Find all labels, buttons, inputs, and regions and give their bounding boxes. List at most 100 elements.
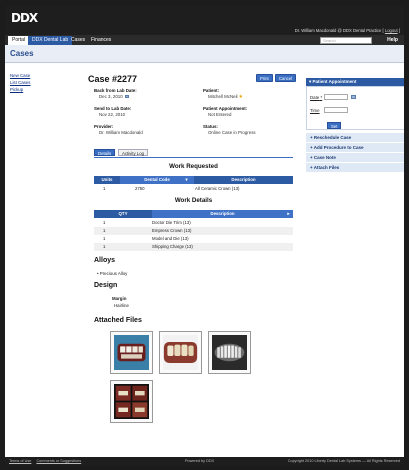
work-details-header: QTY Description ▸ bbox=[94, 210, 293, 218]
logout-link[interactable]: Logout bbox=[385, 28, 398, 33]
cancel-button[interactable]: Cancel bbox=[275, 74, 297, 82]
attachment-thumbnail[interactable] bbox=[208, 331, 251, 374]
set-button[interactable]: Set bbox=[327, 122, 342, 129]
tab-details[interactable]: Details bbox=[94, 149, 116, 156]
col-description[interactable]: Description bbox=[194, 176, 293, 184]
attachment-thumbnail[interactable] bbox=[110, 380, 153, 423]
sort-down-icon[interactable]: ▾ bbox=[184, 176, 189, 184]
sidebar-item-new-case[interactable]: New Case bbox=[10, 73, 31, 78]
description-cell: Shipping Charge (13) bbox=[152, 244, 193, 249]
work-requested-header: Units Dental Code ▾ Description bbox=[94, 176, 293, 184]
help-link[interactable]: Help bbox=[387, 36, 398, 45]
alloy-item: • Precious Alloy bbox=[97, 271, 127, 276]
calendar-icon[interactable] bbox=[124, 95, 129, 99]
patient-appointment-header[interactable]: ▾ Patient Appointment bbox=[306, 78, 404, 86]
add-procedure-label: Add Procedure to Case bbox=[313, 145, 364, 150]
tab-underline bbox=[94, 157, 293, 158]
reschedule-case-item[interactable]: + Reschedule Case bbox=[306, 133, 404, 143]
send-date-value: Nov 22, 2010 bbox=[99, 112, 126, 117]
attachment-thumbnail[interactable] bbox=[159, 331, 202, 374]
back-date-field: Back from Lab Date: Dec 3, 2010 bbox=[94, 88, 137, 99]
margin-label: Margin bbox=[112, 296, 127, 301]
code-cell: 2750 bbox=[135, 186, 145, 191]
right-panel: ▾ Patient Appointment Date * Time Set + … bbox=[306, 78, 404, 173]
user-name: Dr. William Macdonald @ DDX Dental Pract… bbox=[294, 28, 382, 33]
page-title: Cases bbox=[10, 49, 34, 58]
table-row: 1 Empress Crown (13) bbox=[94, 227, 293, 235]
page-header: Cases bbox=[5, 45, 404, 63]
app-window: DDX Dr. William Macdonald @ DDX Dental P… bbox=[5, 6, 404, 465]
back-date-label: Back from Lab Date: bbox=[94, 88, 137, 93]
terms-link[interactable]: Terms of Use bbox=[9, 459, 31, 463]
attach-files-label: Attach Files bbox=[313, 165, 340, 170]
tab-portal[interactable]: Portal bbox=[8, 36, 30, 45]
description-cell: Empress Crown (13) bbox=[152, 228, 192, 233]
date-input[interactable] bbox=[324, 94, 348, 100]
print-button[interactable]: Print bbox=[256, 74, 273, 82]
qty-cell: 1 bbox=[103, 228, 106, 233]
qty-cell: 1 bbox=[103, 236, 106, 241]
qty-cell: 1 bbox=[103, 244, 106, 249]
case-note-item[interactable]: + Case Note bbox=[306, 153, 404, 163]
description-cell: Doctor Die Trim (13) bbox=[152, 220, 191, 225]
col-qty[interactable]: QTY bbox=[94, 210, 152, 218]
appointment-form: Date * Time Set bbox=[306, 86, 404, 130]
top-bar: DDX Dr. William Macdonald @ DDX Dental P… bbox=[5, 6, 404, 35]
patient-value[interactable]: Mitchell McNeil bbox=[208, 94, 238, 99]
send-date-field: Send to Lab Date: Nov 22, 2010 bbox=[94, 106, 131, 117]
qty-cell: 1 bbox=[103, 220, 106, 225]
sidebar: New Case List Cases Pickup bbox=[10, 73, 31, 94]
star-icon[interactable]: ★ bbox=[239, 94, 243, 100]
ddx-logo[interactable]: DDX bbox=[11, 11, 38, 25]
xray-image-icon bbox=[212, 335, 247, 370]
appointment-label: Patient Appointment: bbox=[203, 106, 248, 111]
table-row: 1 Doctor Die Trim (13) bbox=[94, 219, 293, 227]
table-row: 1 2750 All Ceramic Crown (13) bbox=[94, 185, 293, 193]
teeth-photo-icon bbox=[163, 335, 198, 370]
table-row: 1 Shipping Charge (13) bbox=[94, 243, 293, 251]
description-cell: All Ceramic Crown (13) bbox=[195, 186, 240, 191]
powered-by: Powered by DDX bbox=[185, 459, 215, 463]
units-cell: 1 bbox=[103, 186, 106, 191]
attachment-thumbnail[interactable] bbox=[110, 331, 153, 374]
user-line: Dr. William Macdonald @ DDX Dental Pract… bbox=[294, 28, 400, 33]
tab-cases[interactable]: Cases bbox=[67, 36, 89, 45]
reschedule-case-label: Reschedule Case bbox=[313, 135, 352, 140]
time-input[interactable] bbox=[324, 107, 348, 113]
work-details-title: Work Details bbox=[174, 197, 213, 204]
col-description[interactable]: Description bbox=[152, 210, 293, 218]
appointment-value: Not Entered bbox=[208, 112, 232, 117]
provider-label: Provider: bbox=[94, 124, 114, 129]
date-label: Date * bbox=[310, 95, 323, 100]
alloy-label: Precious Alloy bbox=[99, 271, 128, 276]
status-label: Status: bbox=[203, 124, 218, 129]
intraoral-photo-icon bbox=[114, 335, 149, 370]
calendar-icon[interactable] bbox=[351, 95, 356, 99]
status-value: Online Case in Progress bbox=[208, 130, 256, 135]
appointment-field: Patient Appointment: Not Entered bbox=[203, 106, 247, 117]
add-procedure-item[interactable]: + Add Procedure to Case bbox=[306, 143, 404, 153]
back-date-value: Dec 3, 2010 bbox=[99, 94, 123, 99]
status-field: Status: Online Case in Progress bbox=[203, 124, 256, 135]
search-input[interactable]: Search bbox=[320, 36, 372, 44]
sidebar-item-pickup[interactable]: Pickup bbox=[10, 87, 31, 92]
col-units[interactable]: Units bbox=[94, 176, 120, 184]
margin-value: Hairline bbox=[114, 303, 129, 308]
tab-ddx-dental-lab[interactable]: DDX Dental Lab bbox=[28, 36, 73, 45]
copyright: Copyright 2010 Liberty Dental Lab System… bbox=[287, 459, 400, 463]
footer: Terms of Use Comments or Suggestions Pow… bbox=[5, 457, 404, 465]
time-label: Time bbox=[310, 108, 320, 113]
sidebar-item-list-cases[interactable]: List Cases bbox=[10, 80, 31, 85]
col-dental-code[interactable]: Dental Code bbox=[120, 176, 194, 184]
main-nav: Portal DDX Dental Lab Cases Finances Sea… bbox=[5, 35, 404, 45]
patient-field: Patient: Mitchell McNeil★ bbox=[203, 88, 243, 100]
work-requested-title: Work Requested bbox=[169, 163, 218, 170]
tab-activity-log[interactable]: Activity Log bbox=[118, 149, 148, 156]
attach-files-item[interactable]: + Attach Files bbox=[306, 163, 404, 173]
collage-photo-icon bbox=[114, 384, 149, 419]
sort-right-icon[interactable]: ▸ bbox=[286, 210, 291, 218]
patient-label: Patient: bbox=[203, 88, 220, 93]
tab-finances[interactable]: Finances bbox=[87, 36, 115, 45]
comments-link[interactable]: Comments or Suggestions bbox=[36, 459, 81, 463]
case-title: Case #2277 bbox=[88, 74, 138, 84]
